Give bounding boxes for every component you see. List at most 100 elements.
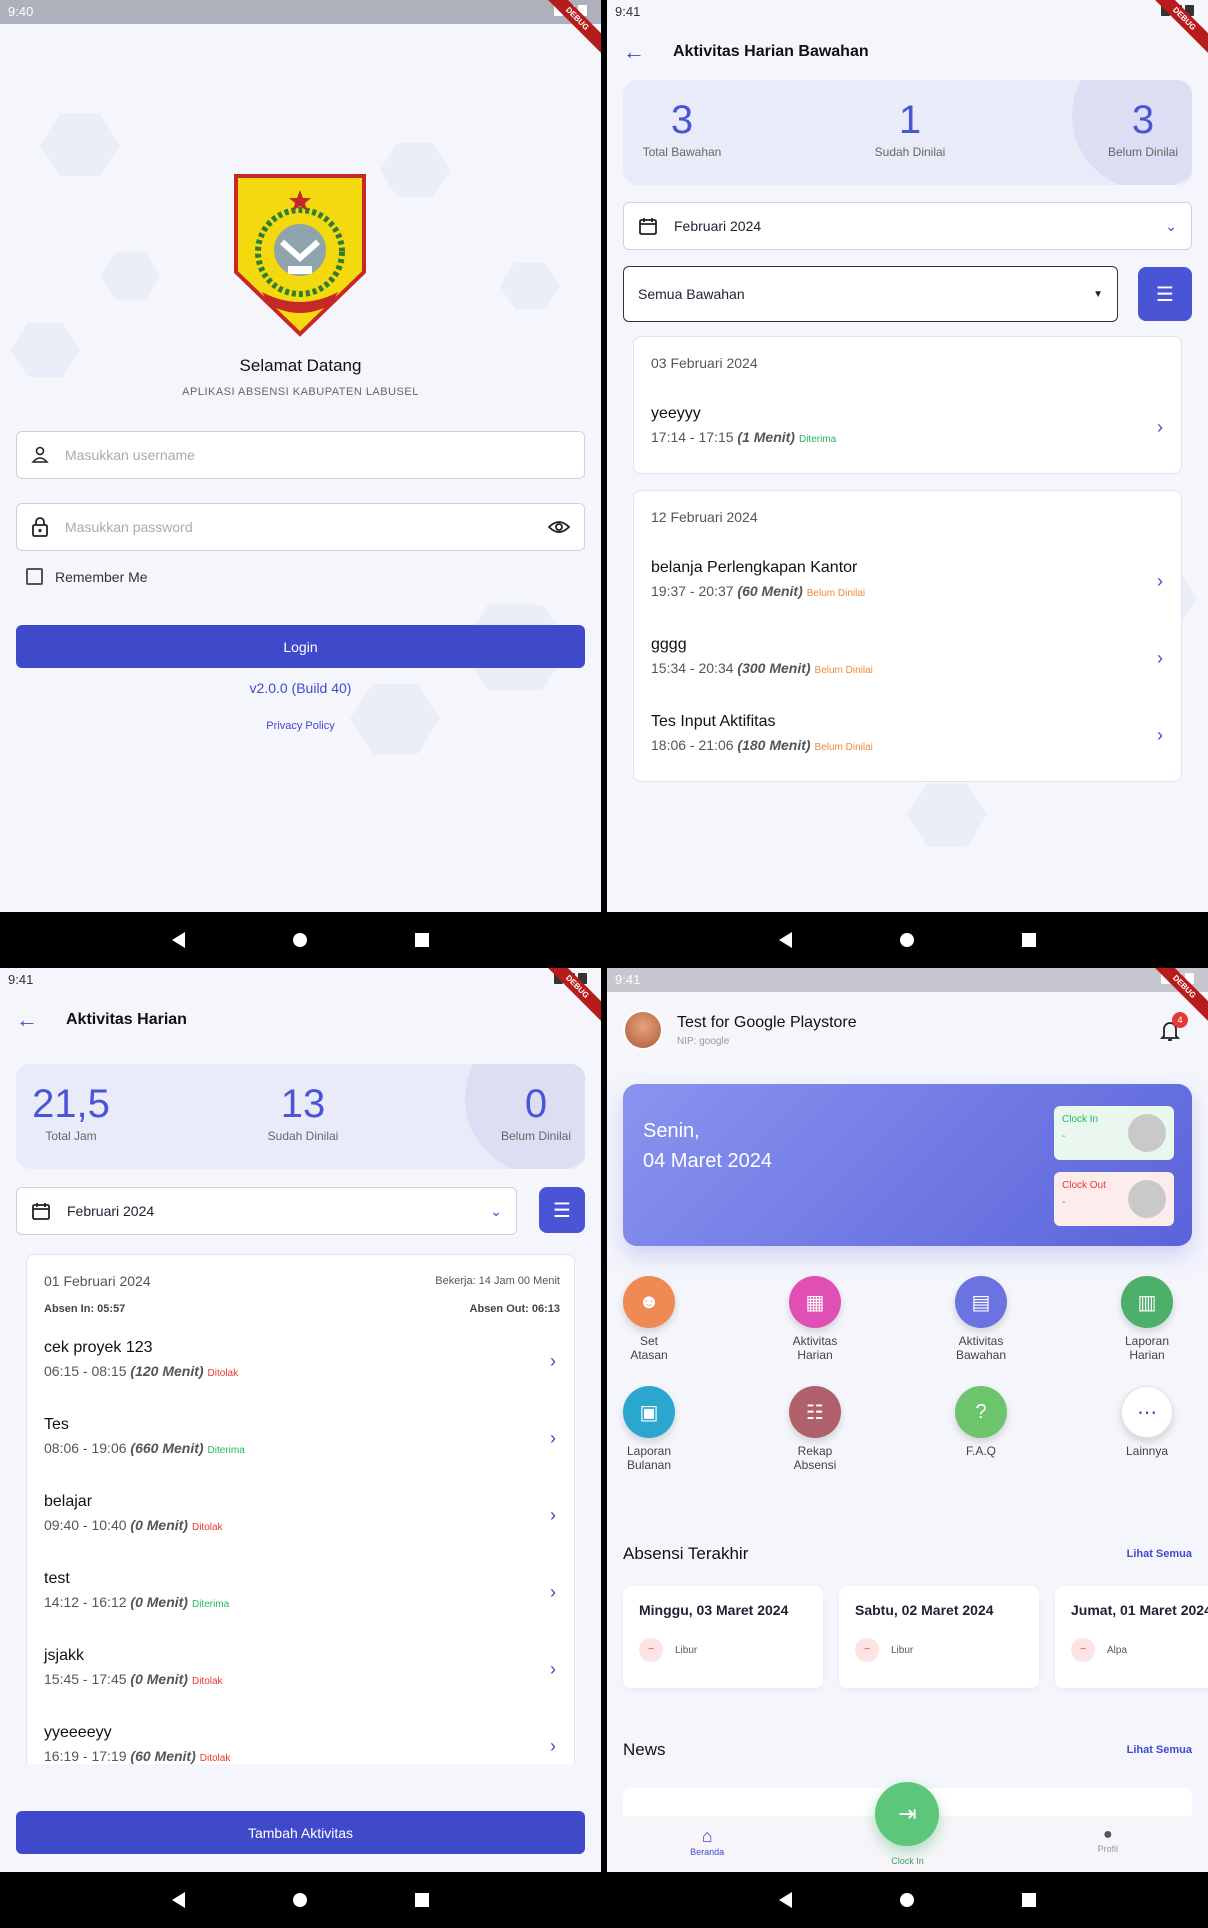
menu-item[interactable]: ▥ Laporan Harian [1102,1276,1192,1362]
chevron-right-icon: › [1157,571,1163,591]
add-activity-button[interactable]: Tambah Aktivitas [16,1811,585,1854]
status-bar: 9:41 [607,968,1208,992]
regency-logo [232,172,368,338]
nav-back-icon[interactable] [779,1892,792,1908]
nav-home-icon[interactable] [293,933,307,947]
nav-home-icon[interactable] [293,1893,307,1907]
help-icon: ? [955,1386,1007,1438]
user-nip: NIP: google [677,1035,730,1047]
menu-item[interactable]: ▤ Aktivitas Bawahan [936,1276,1026,1362]
banner-day: Senin, [643,1120,700,1142]
stat-rated: 13 Sudah Dinilai [267,1082,339,1143]
user-name: Test for Google Playstore [677,1013,857,1031]
month-picker[interactable]: Februari 2024 ⌄ [16,1187,517,1235]
clock-out-box[interactable]: Clock Out - [1054,1172,1174,1226]
status-time: 9:41 [8,972,34,987]
page-title: Aktivitas Harian [66,1011,187,1028]
status-bar: 9:41 [0,968,601,992]
activity-item[interactable]: yyeeeeyy 16:19 - 17:19 (60 Menit) Ditolak… [44,1724,560,1764]
calendar-icon [639,218,657,235]
profile-icon: ● [1102,1826,1113,1843]
daily-activity-screen: 9:41 DEBUG ← Aktivitas Harian 21,5 Total … [0,968,601,1928]
filter-button[interactable]: ☰ [1138,267,1192,321]
chevron-right-icon: › [550,1505,556,1525]
minus-icon: − [1071,1638,1095,1662]
password-placeholder: Masukkan password [65,519,193,535]
login-screen: 9:40 DEBUG Selamat Datang APLIKASI ABSEN… [0,0,601,968]
subordinate-value: Semua Bawahan [638,286,745,302]
nav-profile[interactable]: ● Profil [1008,1816,1208,1872]
nav-back-icon[interactable] [172,932,185,948]
notification-button[interactable]: 4 [1159,1012,1188,1047]
status-bar: 9:40 [0,0,601,24]
menu-item[interactable]: ? F.A.Q [936,1386,1026,1458]
nav-recent-icon[interactable] [415,933,429,947]
sliders-icon: ☰ [553,1199,571,1222]
filter-button[interactable]: ☰ [539,1187,585,1233]
back-arrow-icon[interactable]: ← [16,1007,38,1033]
menu-item[interactable]: ▦ Aktivitas Harian [770,1276,860,1362]
clipboard-icon: ▤ [955,1276,1007,1328]
subordinate-select[interactable]: Semua Bawahan ▼ [623,266,1118,322]
privacy-link[interactable]: Privacy Policy [0,720,601,732]
menu-item[interactable]: ☻ Set Atasan [607,1276,694,1362]
nav-home-icon[interactable] [900,933,914,947]
activity-item[interactable]: Tes 08:06 - 19:06 (660 Menit) Diterima › [44,1416,560,1456]
menu-item[interactable]: ⋯ Lainnya [1102,1386,1192,1458]
stat-unrated: 0 Belum Dinilai [500,1082,572,1143]
android-nav [607,912,1208,968]
eye-icon[interactable] [548,519,570,535]
nav-recent-icon[interactable] [1022,1893,1036,1907]
login-button[interactable]: Login [16,625,585,668]
work-duration: Bekerja: 14 Jam 00 Menit [435,1275,560,1287]
attendance-card[interactable]: Minggu, 03 Maret 2024 − Libur [623,1586,823,1688]
absensi-see-all-link[interactable]: Lihat Semua [1127,1548,1192,1560]
menu-item[interactable]: ▣ Laporan Bulanan [607,1386,694,1472]
activity-item[interactable]: jsjakk 15:45 - 17:45 (0 Menit) Ditolak › [44,1647,560,1687]
activity-item[interactable]: test 14:12 - 16:12 (0 Menit) Diterima › [44,1570,560,1610]
app-subtitle: APLIKASI ABSENSI KABUPATEN LABUSEL [182,386,419,398]
nav-back-icon[interactable] [172,1892,185,1908]
nav-back-icon[interactable] [779,932,792,948]
menu-item[interactable]: ☷ Rekap Absensi [770,1386,860,1472]
remember-me[interactable]: Remember Me [26,568,148,585]
activity-item[interactable]: belajar 09:40 - 10:40 (0 Menit) Ditolak › [44,1493,560,1533]
back-arrow-icon[interactable]: ← [623,39,645,65]
status-time: 9:40 [8,4,34,19]
chevron-right-icon: › [550,1428,556,1448]
attendance-card[interactable]: Jumat, 01 Maret 2024 − Alpa [1055,1586,1208,1688]
stat-rated: 1 Sudah Dinilai [874,98,946,159]
activity-group-card: 03 Februari 2024 yeeyyy 17:14 - 17:15 (1… [633,336,1182,474]
username-field[interactable]: Masukkan username [16,431,585,479]
stat-unrated: 3 Belum Dinilai [1107,98,1179,159]
clock-in-box[interactable]: Clock In - [1054,1106,1174,1160]
people-icon: ☻ [623,1276,675,1328]
dropdown-arrow-icon: ▼ [1093,288,1103,300]
activity-item[interactable]: belanja Perlengkapan Kantor 19:37 - 20:3… [651,559,1167,599]
month-picker[interactable]: Februari 2024 ⌄ [623,202,1192,250]
chevron-right-icon: › [550,1659,556,1679]
more-icon: ⋯ [1121,1386,1173,1438]
chevron-right-icon: › [550,1351,556,1371]
stat-total-hours: 21,5 Total Jam [32,1082,110,1143]
activity-item[interactable]: gggg 15:34 - 20:34 (300 Menit) Belum Dini… [651,636,1167,676]
attendance-card[interactable]: Sabtu, 02 Maret 2024 − Libur [839,1586,1039,1688]
activity-item[interactable]: cek proyek 123 06:15 - 08:15 (120 Menit)… [44,1339,560,1379]
stats-card: 21,5 Total Jam 13 Sudah Dinilai 0 Belum Din… [16,1064,585,1169]
nav-recent-icon[interactable] [415,1893,429,1907]
activity-item[interactable]: Tes Input Aktifitas 18:06 - 21:06 (180 M… [651,713,1167,753]
home-screen: 9:41 DEBUG Test for Google Playstore NIP… [607,968,1208,1928]
nav-home[interactable]: ⌂ Beranda [607,1816,807,1872]
document-icon: ▥ [1121,1276,1173,1328]
profile-header[interactable]: Test for Google Playstore NIP: google [623,1010,857,1050]
password-field[interactable]: Masukkan password [16,503,585,551]
menu-label: Lainnya [1125,1444,1169,1458]
nav-home-icon[interactable] [900,1893,914,1907]
activity-item[interactable]: yeeyyy 17:14 - 17:15 (1 Menit) Diterima › [651,405,1167,445]
news-see-all-link[interactable]: Lihat Semua [1127,1744,1192,1756]
nav-clock-in[interactable]: ⇥ Clock In [807,1782,1007,1872]
nav-recent-icon[interactable] [1022,933,1036,947]
status-time: 9:41 [615,4,641,19]
remember-checkbox[interactable] [26,568,43,585]
status-bar: 9:41 [607,0,1208,24]
